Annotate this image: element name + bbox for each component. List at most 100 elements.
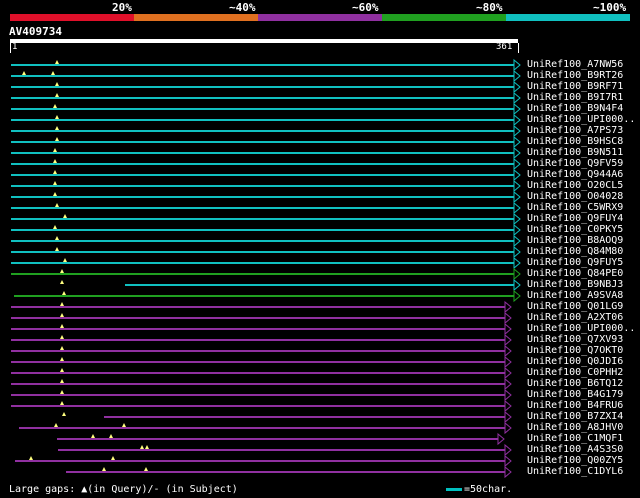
hit-label[interactable]: UniRef100_B9HSC8 xyxy=(527,136,623,147)
query-gap-marker xyxy=(22,71,26,75)
alignment-row[interactable] xyxy=(11,69,521,83)
hit-label[interactable]: UniRef100_B9RT26 xyxy=(527,70,623,81)
alignment-bar xyxy=(11,262,514,264)
alignment-row[interactable] xyxy=(57,432,505,446)
hit-label[interactable]: UniRef100_C0PHH2 xyxy=(527,367,623,378)
alignment-row[interactable] xyxy=(11,399,512,413)
alignment-row[interactable] xyxy=(66,465,512,479)
alignment-row[interactable] xyxy=(19,421,512,435)
alignment-row[interactable] xyxy=(11,311,512,325)
hit-label[interactable]: UniRef100_UPI000.. xyxy=(527,323,635,334)
hit-label[interactable]: UniRef100_A4S3S0 xyxy=(527,444,623,455)
hit-label[interactable]: UniRef100_Q84M80 xyxy=(527,246,623,257)
hit-label[interactable]: UniRef100_Q7OKT0 xyxy=(527,345,623,356)
hit-label[interactable]: UniRef100_A8JHV0 xyxy=(527,422,623,433)
hit-label[interactable]: UniRef100_B9NBJ3 xyxy=(527,279,623,290)
hit-label[interactable]: UniRef100_Q84PE0 xyxy=(527,268,623,279)
alignment-arrow xyxy=(513,102,521,116)
hit-label[interactable]: UniRef100_Q7XV93 xyxy=(527,334,623,345)
hit-label[interactable]: UniRef100_B9I7R1 xyxy=(527,92,623,103)
hit-label[interactable]: UniRef100_B8AOQ9 xyxy=(527,235,623,246)
alignment-bar xyxy=(104,416,505,418)
hit-label[interactable]: UniRef100_B9N4F4 xyxy=(527,103,623,114)
hit-label[interactable]: UniRef100_B7ZXI4 xyxy=(527,411,623,422)
alignment-row[interactable] xyxy=(11,157,521,171)
alignment-row[interactable] xyxy=(58,443,512,457)
hit-label[interactable]: UniRef100_B4FRU6 xyxy=(527,400,623,411)
alignment-row[interactable] xyxy=(11,168,521,182)
hit-label[interactable]: UniRef100_C1DYL6 xyxy=(527,466,623,477)
hit-label[interactable]: UniRef100_A9SVA8 xyxy=(527,290,623,301)
alignment-row[interactable] xyxy=(11,245,521,259)
hit-label[interactable]: UniRef100_C1MQF1 xyxy=(527,433,623,444)
alignment-row[interactable] xyxy=(11,91,521,105)
hit-label[interactable]: UniRef100_Q01LG9 xyxy=(527,301,623,312)
query-gap-marker xyxy=(111,456,115,460)
hit-label[interactable]: UniRef100_UPI000.. xyxy=(527,114,635,125)
alignment-row[interactable] xyxy=(11,322,512,336)
alignment-row[interactable] xyxy=(11,113,521,127)
alignment-row[interactable] xyxy=(11,201,521,215)
alignment-row[interactable] xyxy=(60,278,521,292)
scale-bar xyxy=(446,487,462,491)
alignment-row[interactable] xyxy=(14,289,521,303)
alignment-row[interactable] xyxy=(11,234,521,248)
alignment-arrow xyxy=(513,124,521,138)
alignment-row[interactable] xyxy=(62,410,512,424)
hit-label[interactable]: UniRef100_Q00ZY5 xyxy=(527,455,623,466)
alignment-row[interactable] xyxy=(11,388,512,402)
query-gap-marker xyxy=(60,390,64,394)
query-gap-marker xyxy=(140,445,144,449)
hit-label[interactable]: UniRef100_B4G179 xyxy=(527,389,623,400)
alignment-row[interactable] xyxy=(11,190,521,204)
alignment-row[interactable] xyxy=(11,179,521,193)
alignment-row[interactable] xyxy=(11,80,521,94)
alignment-bar xyxy=(11,119,514,121)
hit-label[interactable]: UniRef100_Q9FUY5 xyxy=(527,257,623,268)
alignment-row[interactable] xyxy=(11,256,521,270)
alignment-arrow xyxy=(513,212,521,226)
alignment-arrow xyxy=(504,322,512,336)
alignment-bar xyxy=(19,427,505,429)
hit-label[interactable]: UniRef100_B9N511 xyxy=(527,147,623,158)
hit-label[interactable]: UniRef100_O20CL5 xyxy=(527,180,623,191)
hit-label[interactable]: UniRef100_A7PS73 xyxy=(527,125,623,136)
query-gap-marker xyxy=(55,203,59,207)
alignment-row[interactable] xyxy=(11,212,521,226)
alignment-arrow xyxy=(513,190,521,204)
hit-label[interactable]: UniRef100_C5WRX9 xyxy=(527,202,623,213)
alignment-row[interactable] xyxy=(11,102,521,116)
alignment-row[interactable] xyxy=(15,454,512,468)
hit-label[interactable]: UniRef100_Q944A6 xyxy=(527,169,623,180)
alignment-row[interactable] xyxy=(11,377,512,391)
hit-label[interactable]: UniRef100_Q9FV59 xyxy=(527,158,623,169)
alignment-arrow xyxy=(513,289,521,303)
alignment-row[interactable] xyxy=(11,333,512,347)
alignment-arrow xyxy=(504,311,512,325)
hit-label[interactable]: UniRef100_C0PKY5 xyxy=(527,224,623,235)
query-gap-marker xyxy=(55,137,59,141)
hit-label[interactable]: UniRef100_A2XT06 xyxy=(527,312,623,323)
alignment-arrow xyxy=(513,135,521,149)
alignment-row[interactable] xyxy=(11,300,512,314)
hit-label[interactable]: UniRef100_B9RF71 xyxy=(527,81,623,92)
hit-label[interactable]: UniRef100_A7NW56 xyxy=(527,59,623,70)
alignment-row[interactable] xyxy=(11,344,512,358)
hit-label[interactable]: UniRef100_Q0JDI6 xyxy=(527,356,623,367)
alignment-arrow xyxy=(513,267,521,281)
alignment-row[interactable] xyxy=(11,267,521,281)
alignment-bar xyxy=(11,218,514,220)
hit-label[interactable]: UniRef100_B6TQ12 xyxy=(527,378,623,389)
alignment-row[interactable] xyxy=(11,146,521,160)
hit-label[interactable]: UniRef100_Q9FUY4 xyxy=(527,213,623,224)
alignment-row[interactable] xyxy=(11,58,521,72)
query-gap-marker xyxy=(63,258,67,262)
alignment-row[interactable] xyxy=(11,366,512,380)
alignment-bar xyxy=(125,284,514,286)
alignment-row[interactable] xyxy=(11,124,521,138)
alignment-row[interactable] xyxy=(11,355,512,369)
alignment-row[interactable] xyxy=(11,223,521,237)
alignment-arrow xyxy=(504,388,512,402)
hit-label[interactable]: UniRef100_O04028 xyxy=(527,191,623,202)
alignment-row[interactable] xyxy=(11,135,521,149)
